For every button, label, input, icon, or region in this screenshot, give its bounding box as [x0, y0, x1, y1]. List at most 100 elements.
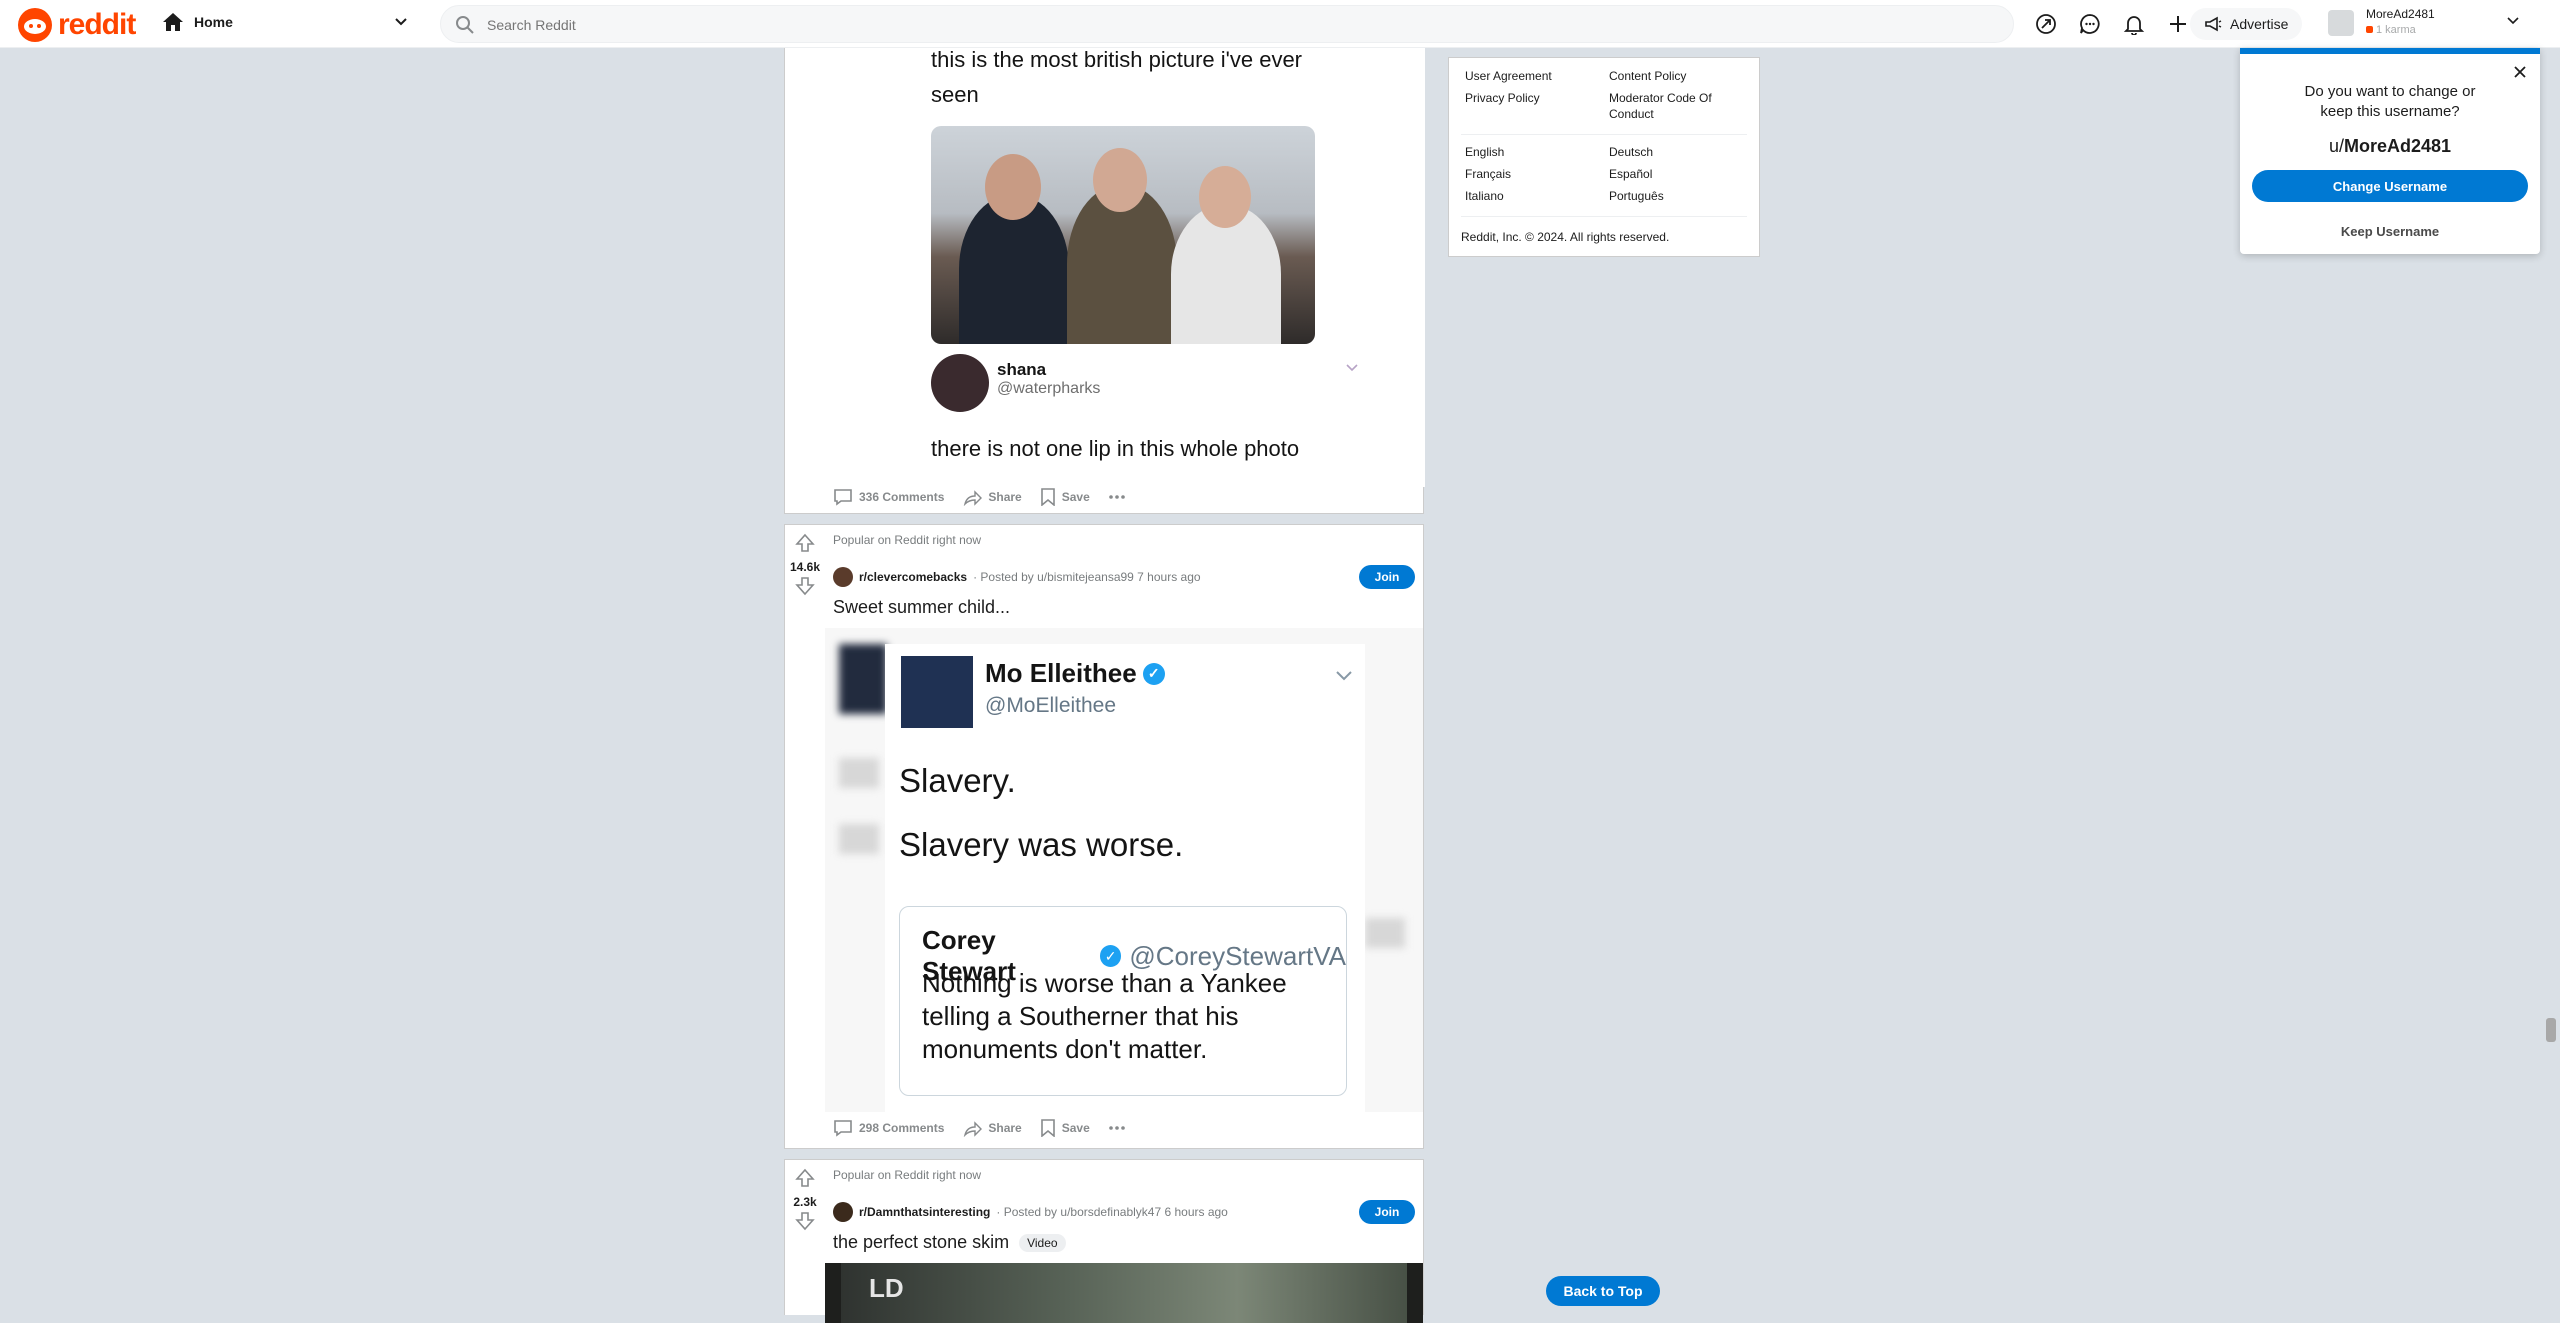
- megaphone-icon: [2205, 16, 2222, 32]
- comment-icon: [834, 1120, 852, 1137]
- footer-link[interactable]: Privacy Policy: [1465, 90, 1540, 106]
- post-image[interactable]: this is the most british picture i've ev…: [825, 22, 1425, 487]
- save-button[interactable]: Save: [1040, 488, 1090, 506]
- comment-icon: [834, 489, 852, 506]
- vote-count: 14.6k: [789, 560, 821, 574]
- popup-username: u/MoreAd2481: [2328, 136, 2452, 156]
- subreddit-icon[interactable]: [833, 1202, 853, 1222]
- downvote-icon[interactable]: [785, 576, 825, 601]
- create-post-plus-icon[interactable]: [2166, 12, 2190, 36]
- downvote-icon[interactable]: [785, 1211, 825, 1236]
- scrollbar-thumb[interactable]: [2546, 1018, 2556, 1042]
- footer-link[interactable]: User Agreement: [1465, 68, 1552, 84]
- upvote-icon[interactable]: [785, 533, 825, 558]
- logo-text: reddit: [58, 8, 136, 41]
- video-player[interactable]: LD: [825, 1263, 1423, 1323]
- advertise-label: Advertise: [2230, 16, 2289, 32]
- tweet-avatar: [931, 354, 989, 412]
- tweet-author-handle: @MoElleithee: [985, 694, 1117, 717]
- tweet-reply-handle: @waterpharks: [997, 380, 1101, 397]
- save-button[interactable]: Save: [1040, 1119, 1090, 1137]
- post-meta: · Posted by u/bismitejeansa99 7 hours ag…: [973, 570, 1201, 584]
- post-flair: Video: [1019, 1233, 1066, 1252]
- language-link[interactable]: Français: [1465, 166, 1511, 182]
- keep-username-button[interactable]: Keep Username: [2240, 224, 2540, 239]
- popular-icon[interactable]: [2034, 12, 2058, 36]
- chevron-down-icon: [2506, 14, 2520, 29]
- popular-note: Popular on Reddit right now: [833, 533, 982, 547]
- comments-button[interactable]: 298 Comments: [833, 1119, 944, 1137]
- post-meta: · Posted by u/borsdefinablyk47 6 hours a…: [996, 1205, 1228, 1219]
- share-button[interactable]: Share: [962, 1119, 1022, 1137]
- join-button[interactable]: Join: [1359, 565, 1415, 589]
- subreddit-link[interactable]: r/Damnthatsinteresting: [859, 1205, 990, 1219]
- chevron-down-icon: [1335, 666, 1353, 687]
- verified-badge-icon: ✓: [1099, 945, 1122, 967]
- search-icon: [456, 16, 474, 34]
- share-icon: [964, 1121, 983, 1137]
- copyright: Reddit, Inc. © 2024. All rights reserved…: [1461, 230, 1670, 244]
- footer-link[interactable]: Moderator Code Of Conduct: [1609, 90, 1729, 122]
- chat-icon[interactable]: [2078, 12, 2102, 36]
- popular-note: Popular on Reddit right now: [833, 1168, 982, 1182]
- username-popup: Do you want to change or keep this usern…: [2240, 48, 2540, 254]
- post-card[interactable]: 2.3k Popular on Reddit right now r/Damnt…: [784, 1159, 1424, 1323]
- tweet-author-name: Mo Elleithee ✓: [985, 658, 1165, 689]
- language-link[interactable]: English: [1465, 144, 1504, 160]
- footer-card: User Agreement Privacy Policy Content Po…: [1448, 57, 1760, 257]
- photo: [931, 126, 1315, 344]
- language-link[interactable]: Português: [1609, 188, 1664, 204]
- more-options-icon[interactable]: [1108, 494, 1126, 500]
- post-card[interactable]: 14.6k Popular on Reddit right now r/clev…: [784, 524, 1424, 1149]
- avatar: [2328, 10, 2354, 36]
- verified-badge-icon: ✓: [1142, 662, 1165, 685]
- tweet-avatar: [901, 656, 973, 728]
- quoted-tweet: Corey Stewart ✓ @CoreyStewartVA Nothing …: [899, 906, 1347, 1096]
- change-username-button[interactable]: Change Username: [2252, 170, 2528, 202]
- vote-count: 2.3k: [793, 1195, 817, 1209]
- advertise-button[interactable]: Advertise: [2190, 8, 2303, 40]
- footer-link[interactable]: Content Policy: [1609, 68, 1686, 84]
- more-options-icon[interactable]: [1108, 1125, 1126, 1131]
- back-to-top-button[interactable]: Back to Top: [1546, 1276, 1660, 1306]
- user-menu[interactable]: MoreAd2481 1 karma: [2322, 6, 2534, 42]
- language-link[interactable]: Italiano: [1465, 188, 1504, 204]
- video-text: LD: [869, 1273, 904, 1303]
- post-image[interactable]: Mo Elleithee ✓ @MoElleithee Slavery. Sla…: [825, 628, 1423, 1112]
- embedded-tweet: Mo Elleithee ✓ @MoElleithee Slavery. Sla…: [885, 644, 1365, 1112]
- share-icon: [964, 490, 983, 506]
- post-card[interactable]: this is the most british picture i've ev…: [784, 22, 1425, 514]
- popup-question: Do you want to change or keep this usern…: [2304, 83, 2476, 120]
- post-title[interactable]: Sweet summer child...: [833, 597, 1010, 618]
- subreddit-icon[interactable]: [833, 567, 853, 587]
- chevron-down-icon: [1345, 360, 1359, 378]
- subreddit-link[interactable]: r/clevercomebacks: [859, 570, 967, 584]
- chevron-down-icon[interactable]: [394, 14, 408, 30]
- tweet-reply-text: there is not one lip in this whole photo: [931, 436, 1300, 461]
- notification-bell-icon[interactable]: [2122, 12, 2146, 36]
- post-title[interactable]: the perfect stone skim Video: [833, 1232, 1066, 1253]
- user-karma: 1 karma: [2366, 24, 2416, 36]
- search-bar[interactable]: [440, 5, 2014, 44]
- user-name: MoreAd2481: [2366, 7, 2435, 21]
- bookmark-icon: [1040, 488, 1055, 506]
- language-link[interactable]: Español: [1609, 166, 1652, 182]
- quoted-tweet-text: Nothing is worse than a Yankee telling a…: [922, 968, 1287, 1064]
- tweet-text: this is the most british picture i've ev…: [931, 47, 1303, 107]
- share-button[interactable]: Share: [962, 488, 1022, 506]
- snoo-icon: [18, 8, 52, 42]
- comments-button[interactable]: 336 Comments: [833, 488, 944, 506]
- upvote-icon[interactable]: [785, 1168, 825, 1193]
- home-feed-selector[interactable]: Home: [162, 12, 233, 32]
- tweet-line: Slavery.: [899, 762, 1016, 799]
- tweet-reply-name: shana: [997, 360, 1047, 379]
- search-input[interactable]: [485, 6, 1989, 44]
- join-button[interactable]: Join: [1359, 1200, 1415, 1224]
- top-header: reddit Home Advertise MoreAd2481 1 kar: [0, 0, 2560, 48]
- reddit-logo[interactable]: reddit: [18, 8, 136, 42]
- home-label: Home: [194, 14, 233, 30]
- language-link[interactable]: Deutsch: [1609, 144, 1653, 160]
- tweet-line: Slavery was worse.: [899, 826, 1184, 863]
- karma-icon: [2366, 26, 2373, 33]
- home-icon: [163, 13, 183, 31]
